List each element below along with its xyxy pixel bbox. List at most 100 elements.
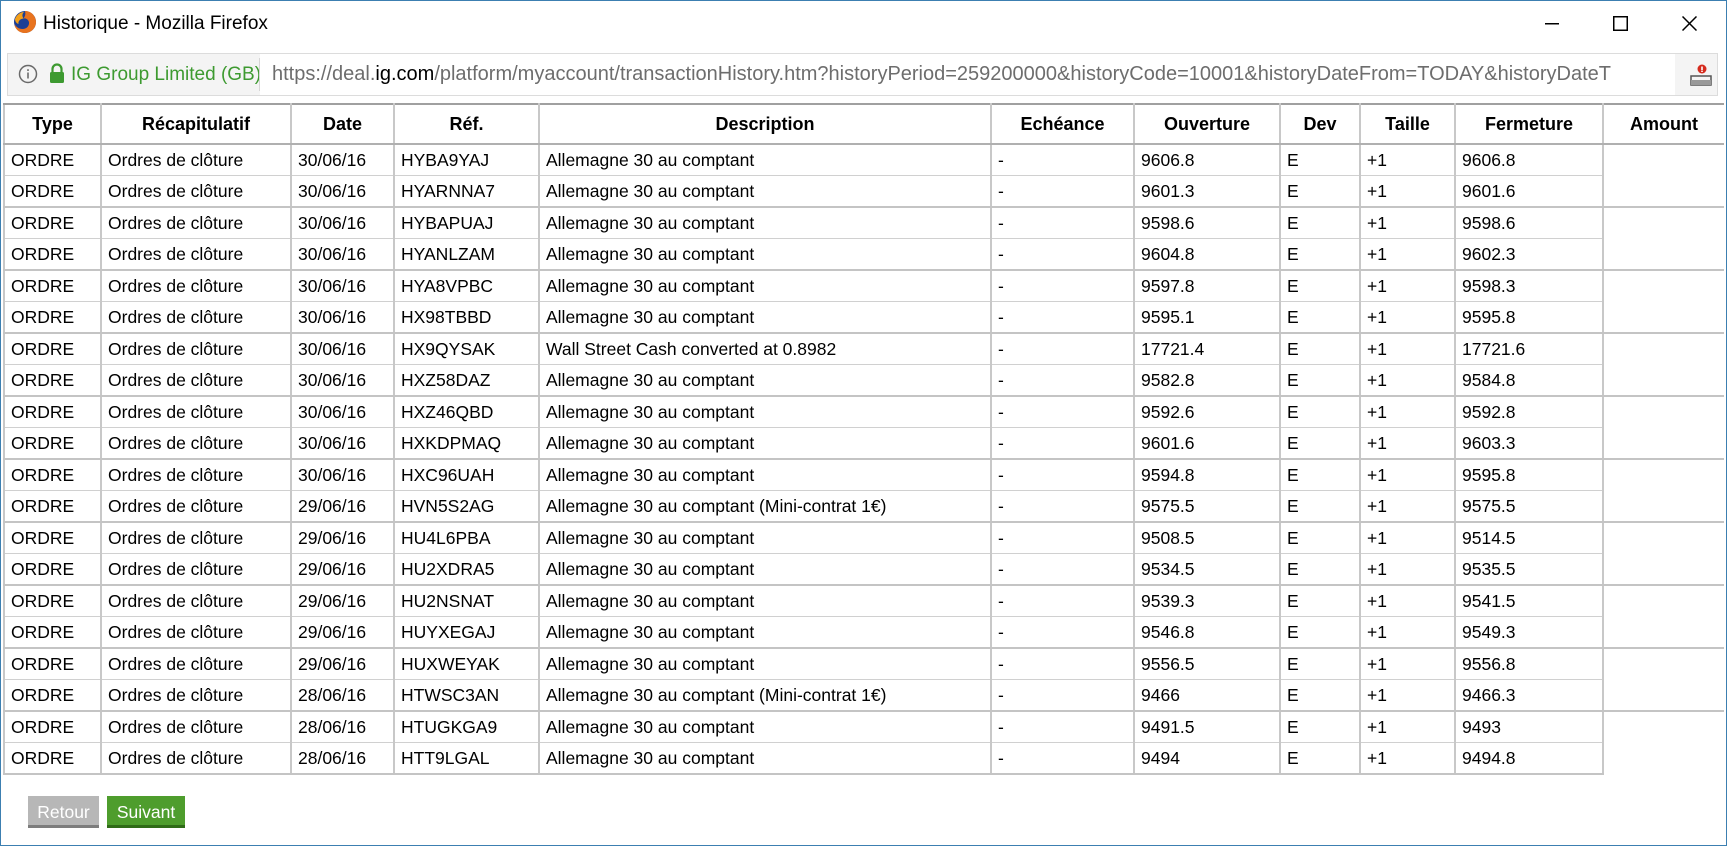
site-identity-label[interactable]: IG Group Limited (GB) bbox=[71, 64, 261, 86]
column-header-open[interactable]: Ouverture bbox=[1133, 103, 1281, 145]
cell-size: +1 bbox=[1359, 427, 1456, 460]
cell-summary: Ordres de clôture bbox=[100, 238, 292, 271]
cell-description: Allemagne 30 au comptant bbox=[538, 553, 992, 586]
cell-summary: Ordres de clôture bbox=[100, 522, 292, 554]
cell-summary: Ordres de clôture bbox=[100, 616, 292, 649]
cell-type: ORDRE bbox=[3, 585, 102, 617]
column-header-expiry[interactable]: Echéance bbox=[990, 103, 1135, 145]
table-row[interactable]: ORDRE Ordres de clôture 30/06/16 HYANLZAM Al… bbox=[3, 238, 1724, 271]
table-row[interactable]: ORDRE Ordres de clôture 30/06/16 HX98TBBD Al… bbox=[3, 301, 1724, 334]
maximize-icon bbox=[1612, 16, 1628, 31]
cell-ref: HYBAPUAJ bbox=[393, 207, 540, 239]
column-header-currency[interactable]: Dev bbox=[1279, 103, 1361, 145]
column-header-date[interactable]: Date bbox=[290, 103, 395, 145]
url-bar[interactable]: IG Group Limited (GB) https://deal.ig.co… bbox=[7, 53, 1718, 96]
cell-type: ORDRE bbox=[3, 490, 102, 523]
cell-open: 9601.3 bbox=[1133, 175, 1281, 208]
column-header-ref[interactable]: Réf. bbox=[393, 103, 540, 145]
cell-open: 9546.8 bbox=[1133, 616, 1281, 649]
lock-icon[interactable] bbox=[48, 63, 66, 85]
cell-close: 9514.5 bbox=[1454, 522, 1604, 554]
cell-amount bbox=[1603, 396, 1724, 428]
cell-expiry: - bbox=[990, 175, 1135, 208]
cell-summary: Ordres de clôture bbox=[100, 459, 292, 491]
cell-type: ORDRE bbox=[3, 207, 102, 239]
table-row[interactable]: ORDRE Ordres de clôture 30/06/16 HXZ46QBD Al… bbox=[3, 396, 1724, 428]
cell-close: 17721.6 bbox=[1454, 333, 1604, 365]
cell-expiry: - bbox=[990, 711, 1135, 743]
cell-open: 9594.8 bbox=[1133, 459, 1281, 491]
cell-ref: HYARNNA7 bbox=[393, 175, 540, 208]
cell-size: +1 bbox=[1359, 238, 1456, 271]
column-header-amount[interactable]: Amount bbox=[1602, 103, 1724, 145]
cell-size: +1 bbox=[1359, 396, 1456, 428]
cell-ref: HTWSC3AN bbox=[393, 679, 540, 712]
cell-ref: HU4L6PBA bbox=[393, 522, 540, 554]
url-prefix: https://deal. bbox=[272, 63, 376, 85]
cell-date: 30/06/16 bbox=[290, 175, 395, 208]
cell-summary: Ordres de clôture bbox=[100, 711, 292, 743]
cell-size: +1 bbox=[1359, 553, 1456, 586]
transaction-history-table-container: Type Récapitulatif Date Réf. Description Eché… bbox=[3, 103, 1724, 775]
cell-amount bbox=[1603, 427, 1724, 460]
table-row[interactable]: ORDRE Ordres de clôture 30/06/16 HYBA9YAJ Al… bbox=[3, 144, 1724, 176]
browser-window: Historique - Mozilla Firefox IG Group Li… bbox=[0, 0, 1727, 846]
cell-size: +1 bbox=[1359, 711, 1456, 743]
cell-ref: HYANLZAM bbox=[393, 238, 540, 271]
cell-date: 29/06/16 bbox=[290, 553, 395, 586]
address-field[interactable]: https://deal.ig.com/platform/myaccount/t… bbox=[260, 54, 1675, 95]
minimize-button[interactable] bbox=[1519, 1, 1585, 46]
cell-date: 30/06/16 bbox=[290, 396, 395, 428]
cell-close: 9598.3 bbox=[1454, 270, 1604, 302]
url-text[interactable]: https://deal.ig.com/platform/myaccount/t… bbox=[272, 63, 1611, 86]
extension-icon[interactable] bbox=[1688, 62, 1714, 88]
cell-currency: E bbox=[1279, 364, 1361, 397]
cell-close: 9466.3 bbox=[1454, 679, 1604, 712]
column-header-summary[interactable]: Récapitulatif bbox=[100, 103, 292, 145]
next-button[interactable]: Suivant bbox=[107, 796, 185, 828]
table-row[interactable]: ORDRE Ordres de clôture 28/06/16 HTWSC3AN Al… bbox=[3, 679, 1724, 712]
back-button[interactable]: Retour bbox=[28, 796, 99, 828]
cell-ref: HYBA9YAJ bbox=[393, 144, 540, 176]
table-row[interactable]: ORDRE Ordres de clôture 28/06/16 HTT9LGAL Al… bbox=[3, 742, 1724, 775]
cell-description: Allemagne 30 au comptant (Mini-contrat 1… bbox=[538, 679, 992, 712]
cell-summary: Ordres de clôture bbox=[100, 427, 292, 460]
close-button[interactable] bbox=[1656, 1, 1722, 46]
column-header-close[interactable]: Fermeture bbox=[1454, 103, 1604, 145]
table-row[interactable]: ORDRE Ordres de clôture 30/06/16 HYA8VPBC Al… bbox=[3, 270, 1724, 302]
maximize-button[interactable] bbox=[1587, 1, 1653, 46]
cell-amount bbox=[1603, 459, 1724, 491]
cell-currency: E bbox=[1279, 585, 1361, 617]
firefox-logo-icon bbox=[14, 11, 36, 33]
cell-currency: E bbox=[1279, 301, 1361, 334]
minimize-icon bbox=[1545, 22, 1559, 24]
table-row[interactable]: ORDRE Ordres de clôture 28/06/16 HTUGKGA9 Al… bbox=[3, 711, 1724, 743]
table-row[interactable]: ORDRE Ordres de clôture 29/06/16 HU4L6PBA Al… bbox=[3, 522, 1724, 554]
cell-open: 9598.6 bbox=[1133, 207, 1281, 239]
cell-date: 30/06/16 bbox=[290, 301, 395, 334]
cell-currency: E bbox=[1279, 742, 1361, 775]
table-row[interactable]: ORDRE Ordres de clôture 30/06/16 HXKDPMAQ Al… bbox=[3, 427, 1724, 460]
cell-summary: Ordres de clôture bbox=[100, 301, 292, 334]
table-row[interactable]: ORDRE Ordres de clôture 29/06/16 HU2NSNAT Al… bbox=[3, 585, 1724, 617]
table-row[interactable]: ORDRE Ordres de clôture 30/06/16 HX9QYSAK Wa… bbox=[3, 333, 1724, 365]
column-header-description[interactable]: Description bbox=[538, 103, 992, 145]
table-row[interactable]: ORDRE Ordres de clôture 29/06/16 HUYXEGAJ Al… bbox=[3, 616, 1724, 649]
cell-summary: Ordres de clôture bbox=[100, 396, 292, 428]
cell-currency: E bbox=[1279, 616, 1361, 649]
cell-open: 9597.8 bbox=[1133, 270, 1281, 302]
cell-summary: Ordres de clôture bbox=[100, 144, 292, 176]
table-row[interactable]: ORDRE Ordres de clôture 30/06/16 HXC96UAH Al… bbox=[3, 459, 1724, 491]
cell-description: Allemagne 30 au comptant bbox=[538, 522, 992, 554]
column-header-type[interactable]: Type bbox=[3, 103, 102, 145]
cell-close: 9575.5 bbox=[1454, 490, 1604, 523]
table-row[interactable]: ORDRE Ordres de clôture 29/06/16 HU2XDRA5 Al… bbox=[3, 553, 1724, 586]
cell-amount bbox=[1603, 301, 1724, 334]
table-row[interactable]: ORDRE Ordres de clôture 29/06/16 HVN5S2AG Al… bbox=[3, 490, 1724, 523]
table-row[interactable]: ORDRE Ordres de clôture 30/06/16 HYBAPUAJ Al… bbox=[3, 207, 1724, 239]
column-header-size[interactable]: Taille bbox=[1359, 103, 1456, 145]
table-row[interactable]: ORDRE Ordres de clôture 30/06/16 HYARNNA7 Al… bbox=[3, 175, 1724, 208]
table-row[interactable]: ORDRE Ordres de clôture 29/06/16 HUXWEYAK Al… bbox=[3, 648, 1724, 680]
table-row[interactable]: ORDRE Ordres de clôture 30/06/16 HXZ58DAZ Al… bbox=[3, 364, 1724, 397]
info-icon[interactable] bbox=[18, 64, 38, 84]
